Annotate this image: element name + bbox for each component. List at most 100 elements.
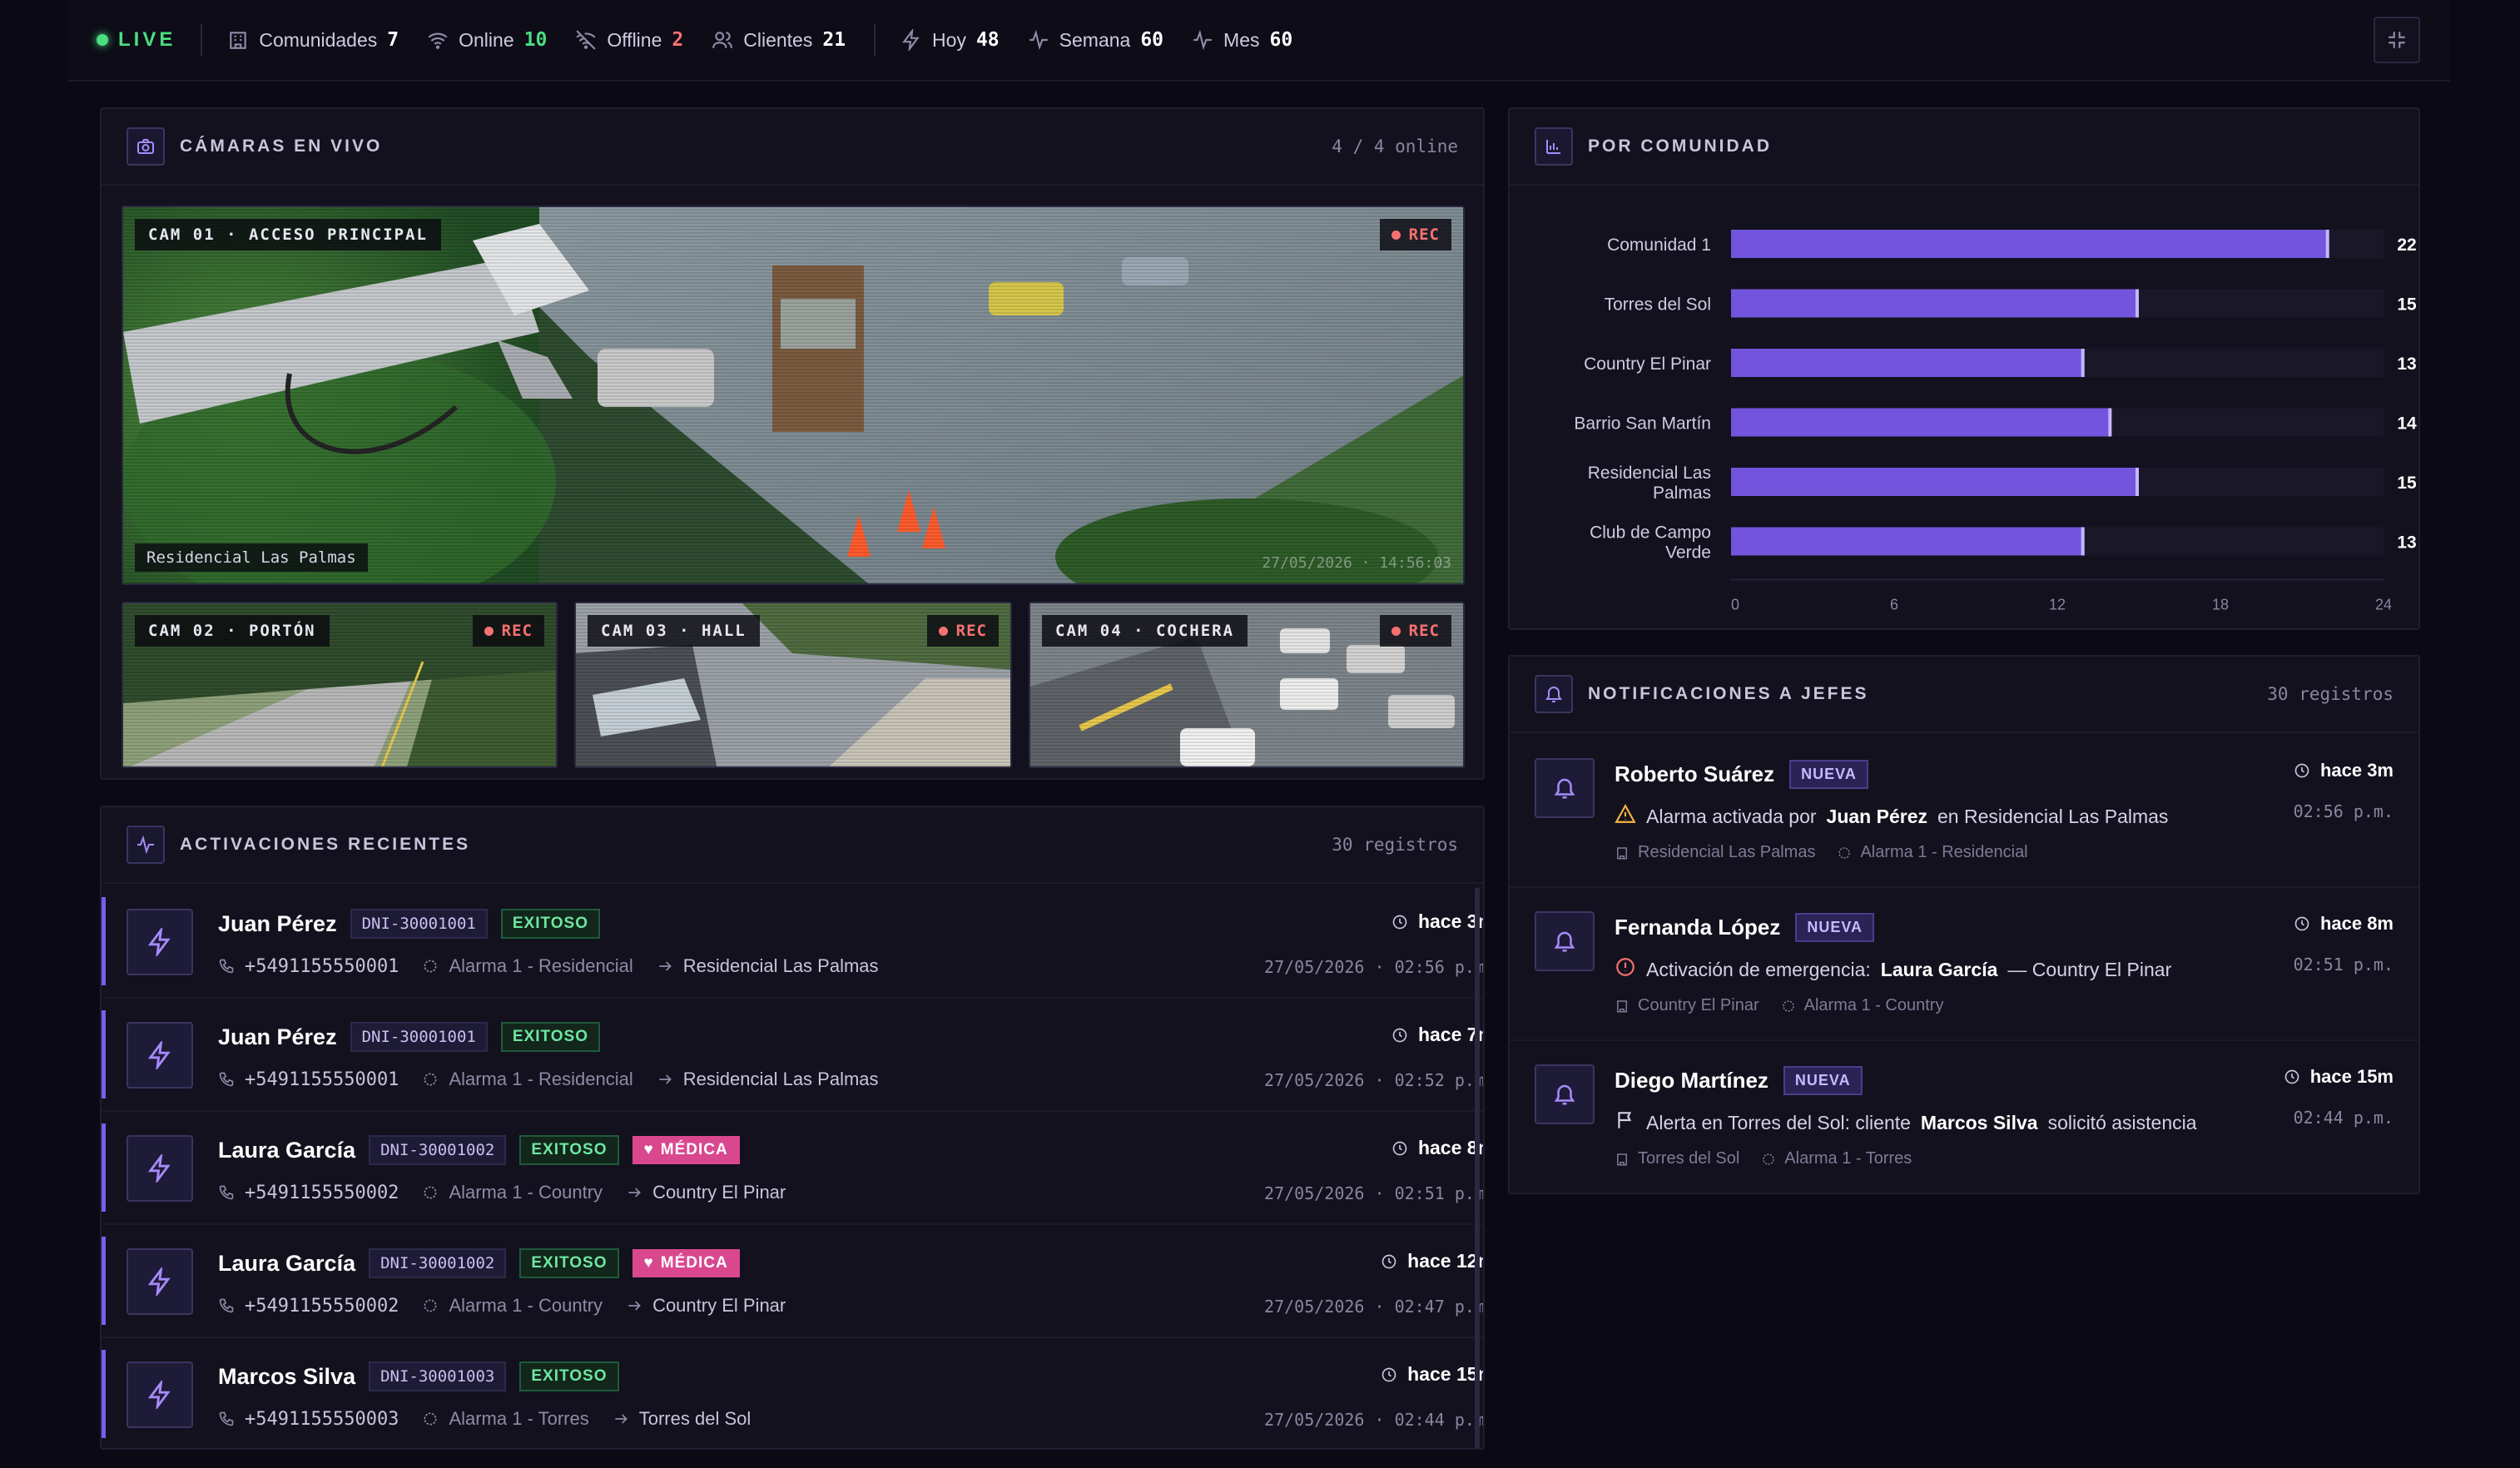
- stat-value: 7: [387, 29, 399, 51]
- activation-row[interactable]: Laura García DNI-30001002 EXITOSO ♥ MÉDIC…: [102, 1112, 1483, 1225]
- heart-icon: ♥: [643, 1254, 654, 1272]
- activation-date: 27/05/2026 · 02:56 p.m.: [1264, 957, 1485, 977]
- stat-label: Clientes: [743, 28, 813, 51]
- phone-icon: [219, 1298, 234, 1313]
- camera-feed-thumb[interactable]: CAM 03 · HALL REC: [574, 602, 1012, 768]
- live-indicator: LIVE: [97, 28, 176, 52]
- category-label: Club de Campo Verde: [1590, 523, 1711, 563]
- arrow-right-icon: [615, 1414, 628, 1424]
- camera-feed-main[interactable]: CAM 01 · ACCESO PRINCIPAL REC Residencia…: [122, 206, 1465, 585]
- value-label: 15: [2397, 295, 2417, 315]
- time-ago-label: hace 3m: [2319, 760, 2394, 781]
- cameras-panel: CÁMARAS EN VIVO 4 / 4 online CAM 01 · AC…: [100, 107, 1485, 780]
- message-prefix: Activación de emergencia:: [1646, 958, 1871, 980]
- dni-badge: DNI-30001001: [350, 1022, 488, 1052]
- panel-title: POR COMUNIDAD: [1588, 136, 1772, 156]
- alert-circle-icon: [1615, 956, 1636, 983]
- row-accent-bar: [102, 1123, 106, 1212]
- camera-feed-thumb[interactable]: CAM 02 · PORTÓN REC: [122, 602, 558, 768]
- destination-name: Residencial Las Palmas: [682, 1069, 879, 1089]
- pulse-icon: [126, 826, 165, 864]
- circle-icon: [1763, 1153, 1775, 1165]
- alarm-name: Alarma 1 - Country: [449, 1182, 603, 1203]
- notification-clock: 02:44 p.m.: [2293, 1108, 2394, 1128]
- rec-dot: [1391, 230, 1401, 240]
- notifications-header: NOTIFICACIONES A JEFES 30 registros: [1510, 657, 2418, 733]
- activation-meta: +5491155550001 Alarma 1 - Residencial Re…: [218, 1069, 879, 1090]
- alarm-tag: Alarma 1 - Torres: [1761, 1149, 1912, 1168]
- bar-end-cap: [2325, 230, 2329, 258]
- notifications-panel: NOTIFICACIONES A JEFES 30 registros Robe…: [1508, 655, 2420, 1194]
- camera-label: CAM 02 · PORTÓN: [135, 615, 330, 647]
- camera-feed-thumb[interactable]: CAM 04 · COCHERA REC: [1029, 602, 1465, 768]
- clock-icon: [2284, 1069, 2299, 1084]
- bell-icon: [1535, 675, 1573, 713]
- phone: +5491155550002: [218, 1296, 399, 1317]
- activation-row[interactable]: Laura García DNI-30001002 EXITOSO ♥ MÉDIC…: [102, 1225, 1483, 1338]
- row-accent-bar: [102, 897, 106, 985]
- rec-indicator: REC: [1379, 219, 1451, 250]
- rec-dot: [484, 626, 494, 636]
- value-label: 13: [2397, 355, 2416, 374]
- bar-end-cap: [2108, 408, 2112, 437]
- scrollbar[interactable]: [1475, 887, 1480, 1448]
- destination: Country El Pinar: [626, 1295, 786, 1317]
- rec-indicator: REC: [926, 615, 999, 647]
- activation-row[interactable]: Marcos Silva DNI-30001003 EXITOSO +54911…: [102, 1338, 1485, 1448]
- activation-title: Laura García DNI-30001002 EXITOSO ♥ MÉDIC…: [218, 1248, 740, 1278]
- bar: [1731, 230, 2329, 258]
- camera-label: CAM 04 · COCHERA: [1042, 615, 1248, 647]
- bar-end-cap: [2136, 289, 2139, 318]
- client-name: Marcos Silva: [218, 1363, 356, 1389]
- phone-icon: [219, 1411, 234, 1426]
- collapse-button[interactable]: [2374, 17, 2420, 63]
- bolt-icon: [126, 1022, 193, 1089]
- rec-dot: [1391, 626, 1401, 636]
- activation-title: Juan Pérez DNI-30001001 EXITOSO: [218, 1022, 600, 1052]
- status-badge: EXITOSO: [519, 1361, 619, 1391]
- destination-name: Country El Pinar: [652, 1182, 786, 1203]
- phone-number: +5491155550003: [245, 1408, 399, 1430]
- time-ago: hace 15m: [2284, 1066, 2394, 1088]
- activation-row[interactable]: Juan Pérez DNI-30001001 EXITOSO +5491155…: [102, 999, 1483, 1112]
- status-badge: EXITOSO: [500, 1022, 600, 1052]
- bell-icon: [1535, 1064, 1595, 1124]
- destination: Residencial Las Palmas: [657, 1069, 879, 1090]
- bolt-icon: [902, 29, 920, 51]
- camera-label: CAM 01 · ACCESO PRINCIPAL: [135, 219, 441, 250]
- community-tag: Torres del Sol: [1615, 1149, 1739, 1168]
- alarm: Alarma 1 - Residencial: [422, 1069, 633, 1090]
- dni-badge: DNI-30001003: [369, 1361, 507, 1391]
- new-badge: NUEVA: [1789, 760, 1868, 789]
- activation-date: 27/05/2026 · 02:44 p.m.: [1264, 1410, 1485, 1430]
- community-tag-label: Residencial Las Palmas: [1638, 843, 1816, 861]
- destination-name: Torres del Sol: [638, 1408, 752, 1429]
- value-label: 22: [2397, 236, 2416, 255]
- community-panel: POR COMUNIDAD Comunidad 1 22 Torres del So…: [1508, 107, 2420, 630]
- time-ago: hace 3m: [1391, 910, 1483, 933]
- activation-meta: +5491155550002 Alarma 1 - Country Countr…: [218, 1295, 786, 1317]
- time-ago: hace 7m: [1391, 1024, 1483, 1046]
- rec-dot: [938, 626, 948, 636]
- client-name: Laura García: [218, 1250, 356, 1276]
- camera-scene: [123, 207, 1463, 583]
- stat-hoy: Hoy 48: [900, 29, 1000, 52]
- message-prefix: Alerta en Torres del Sol: cliente: [1646, 1111, 1911, 1133]
- category-label: Comunidad 1: [1607, 236, 1711, 255]
- alarm-tag: Alarma 1 - Residencial: [1837, 843, 2028, 862]
- activation-row[interactable]: Juan Pérez DNI-30001001 EXITOSO +5491155…: [102, 885, 1485, 999]
- notification-item[interactable]: Diego Martínez NUEVA Alerta en Torres de…: [1510, 1041, 2418, 1194]
- activations-panel: ACTIVACIONES RECIENTES 30 registros Juan…: [100, 806, 1485, 1450]
- camera-location: Residencial Las Palmas: [135, 543, 368, 572]
- activation-meta: +5491155550003 Alarma 1 - Torres Torres …: [218, 1408, 751, 1430]
- message-suffix: en Residencial Las Palmas: [1937, 805, 2169, 827]
- activation-meta: +5491155550002 Alarma 1 - Country Countr…: [218, 1182, 786, 1203]
- x-tick-label: 24: [2375, 597, 2392, 613]
- activation-title: Laura García DNI-30001002 EXITOSO ♥ MÉDIC…: [218, 1135, 740, 1165]
- time-ago: hace 3m: [2294, 760, 2394, 781]
- live-label: LIVE: [118, 28, 176, 51]
- notification-item[interactable]: Fernanda López NUEVA Activación de emerg…: [1510, 888, 2418, 1041]
- notification-item[interactable]: Roberto Suárez NUEVA Alarma activada por…: [1510, 735, 2418, 888]
- stat-mes: Mes 60: [1192, 29, 1292, 52]
- dni-badge: DNI-30001002: [369, 1248, 507, 1278]
